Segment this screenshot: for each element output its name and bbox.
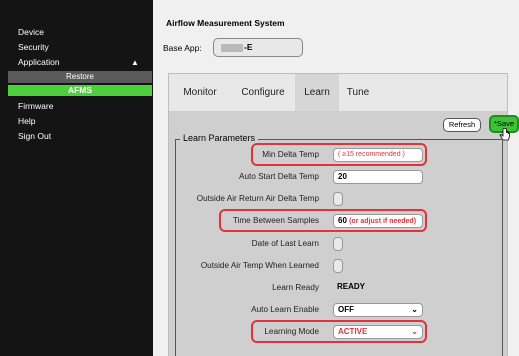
- date-last-learn-field: [333, 237, 343, 251]
- sidebar: Device Security Application ▲ Restore AF…: [0, 0, 153, 356]
- tab-learn[interactable]: Learn: [295, 74, 339, 111]
- refresh-button[interactable]: Refresh: [443, 118, 481, 132]
- main-content: Airflow Measurement System Base App: -E …: [153, 0, 519, 356]
- tab-configure[interactable]: Configure: [231, 74, 295, 111]
- tab-bar: Monitor Configure Learn Tune: [169, 74, 507, 111]
- redacted-block: [221, 44, 243, 52]
- learn-parameters-legend: Learn Parameters: [180, 133, 259, 143]
- page-title: Airflow Measurement System: [166, 18, 285, 28]
- auto-start-delta-temp-label: Auto Start Delta Temp: [239, 172, 319, 181]
- base-app-label: Base App:: [163, 43, 202, 53]
- auto-start-delta-temp-input[interactable]: 20: [333, 170, 423, 184]
- sidebar-item-sign-out[interactable]: Sign Out: [18, 131, 51, 141]
- sidebar-item-restore[interactable]: Restore: [8, 71, 152, 83]
- chevron-down-icon: ⌄: [411, 305, 418, 314]
- sidebar-item-device[interactable]: Device: [18, 27, 44, 37]
- sidebar-item-application[interactable]: Application: [18, 57, 60, 67]
- sidebar-item-afms[interactable]: AFMS: [8, 85, 152, 96]
- auto-learn-enable-select[interactable]: OFF ⌄: [333, 303, 423, 317]
- oa-ra-delta-temp-field: [333, 192, 343, 206]
- base-app-field: -E: [213, 38, 303, 57]
- auto-learn-enable-value: OFF: [338, 305, 354, 314]
- highlight-min-delta-temp: [251, 143, 427, 166]
- learn-parameters-group: Learn Parameters Min Delta Temp ( ≥15 re…: [175, 133, 503, 356]
- sidebar-item-help[interactable]: Help: [18, 116, 35, 126]
- learn-ready-label: Learn Ready: [272, 283, 319, 292]
- auto-learn-enable-label: Auto Learn Enable: [251, 305, 319, 314]
- chevron-up-icon[interactable]: ▲: [131, 58, 139, 67]
- base-app-suffix: -E: [244, 42, 253, 52]
- afms-panel: Monitor Configure Learn Tune Refresh *Sa…: [168, 73, 519, 356]
- tab-monitor[interactable]: Monitor: [169, 74, 231, 111]
- sidebar-item-firmware[interactable]: Firmware: [18, 101, 53, 111]
- oa-temp-when-learned-label: Outside Air Temp When Learned: [200, 261, 319, 270]
- oa-ra-delta-temp-label: Outside Air Return Air Delta Temp: [196, 194, 319, 203]
- tab-tune[interactable]: Tune: [339, 74, 377, 111]
- learn-ready-value: READY: [337, 282, 366, 291]
- date-last-learn-label: Date of Last Learn: [251, 239, 319, 248]
- highlight-learning-mode: [251, 320, 427, 343]
- highlight-time-between-samples: [219, 209, 427, 232]
- oa-temp-when-learned-field: [333, 259, 343, 273]
- sidebar-item-security[interactable]: Security: [18, 42, 49, 52]
